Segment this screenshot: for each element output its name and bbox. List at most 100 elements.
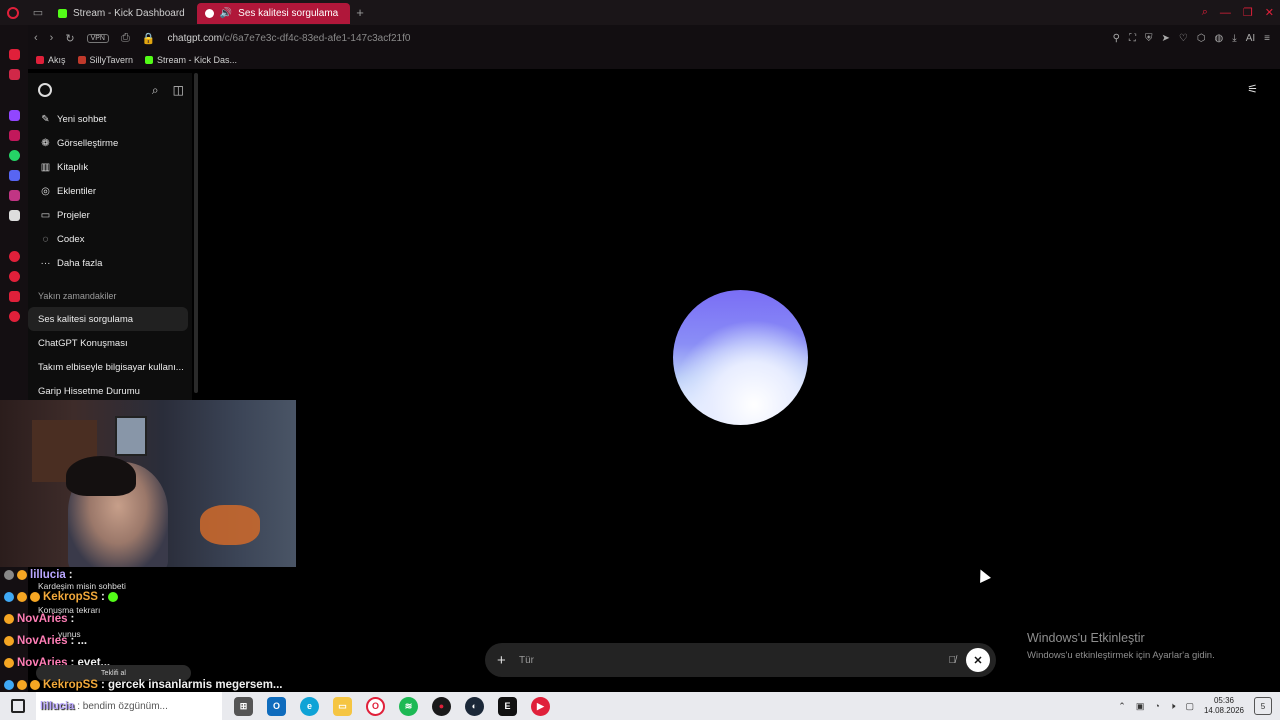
mic-off-icon[interactable]: 🎙̸	[949, 655, 957, 666]
opera-menu-icon[interactable]	[0, 0, 26, 25]
sidebar-scrollbar[interactable]	[194, 73, 198, 393]
pin-icon[interactable]: ⚲	[1113, 33, 1120, 44]
sidebar-top: ⌕ ◫	[28, 73, 192, 107]
nav-plugins[interactable]: ◎ Eklentiler	[28, 179, 192, 203]
account-icon[interactable]: ◍	[1215, 33, 1224, 44]
settings-icon[interactable]	[8, 311, 20, 322]
wall-frame	[115, 416, 147, 456]
notification-count: 5	[1260, 701, 1266, 711]
file-explorer-icon[interactable]: ▭	[333, 696, 352, 716]
spotify-icon[interactable]: ≋	[399, 696, 418, 716]
minimize-button[interactable]: —	[1220, 7, 1231, 19]
close-window-button[interactable]: ✕	[1265, 6, 1274, 19]
taskbar-apps: ⊞ O e ▭ O ≋ ● ◐ E ▶	[234, 696, 550, 716]
discord-icon[interactable]	[8, 170, 20, 181]
badge-icon	[17, 680, 27, 690]
nav-images[interactable]: ❁ Görselleştirme	[28, 131, 192, 155]
recent-chat-item[interactable]: ChatGPT Konuşması	[28, 331, 188, 355]
twitch-alt-icon[interactable]	[8, 69, 20, 80]
tab-kick-dashboard[interactable]: Stream - Kick Dashboard	[50, 3, 197, 24]
send-icon[interactable]: ➤	[1161, 33, 1169, 44]
notification-center-icon[interactable]: 5	[1254, 697, 1272, 715]
media-player-icon[interactable]: ▶	[531, 696, 550, 716]
tab-ses-kalitesi[interactable]: 🔊 Ses kalitesi sorgulama	[196, 3, 351, 24]
windows-taskbar: lillucia : bendim özgünüm... ⊞ O e ▭ O ≋…	[0, 692, 1280, 720]
bookmark-sillytavern[interactable]: SillyTavern	[77, 55, 133, 65]
taskbar-search[interactable]: lillucia : bendim özgünüm...	[36, 692, 222, 720]
library-icon: ▥	[40, 161, 51, 173]
game-app-icon[interactable]: ●	[432, 696, 451, 716]
recent-chat-item[interactable]: Ses kalitesi sorgulama	[28, 307, 188, 331]
opera-gx-icon[interactable]: O	[366, 696, 385, 716]
cube-icon[interactable]: ⬡	[1197, 33, 1206, 44]
recent-chat-item[interactable]: Takım elbiseyle bilgisayar kullanı...	[28, 355, 188, 379]
x-icon[interactable]	[8, 210, 20, 221]
nav-more[interactable]: ··· Daha fazla	[28, 251, 192, 275]
network-icon[interactable]: ▣	[1136, 701, 1145, 712]
extensions-icon[interactable]	[8, 291, 20, 302]
nav-new-chat[interactable]: ✎ Yeni sohbet	[28, 107, 192, 131]
nav-library[interactable]: ▥ Kitaplık	[28, 155, 192, 179]
end-voice-button[interactable]: ✕	[966, 648, 990, 672]
wifi-icon[interactable]: ◔	[1154, 701, 1159, 711]
percent-icon[interactable]	[8, 130, 20, 141]
edge-icon[interactable]: e	[300, 696, 319, 716]
pinboard-icon[interactable]	[8, 49, 20, 60]
new-tab-button[interactable]: +	[356, 5, 364, 20]
shield-icon[interactable]: ⛨	[1145, 33, 1153, 44]
display-icon[interactable]: ▢	[1185, 701, 1194, 712]
browser-tab-bar: ▭ Stream - Kick Dashboard 🔊 Ses kalitesi…	[0, 0, 1280, 25]
volume-icon[interactable]: 🕨	[1170, 701, 1176, 712]
back-icon[interactable]: ‹	[34, 32, 38, 44]
player-icon[interactable]	[8, 251, 20, 262]
composer-bar: + 🎙̸ ✕	[485, 643, 996, 677]
instagram-icon[interactable]	[8, 190, 20, 201]
outlook-icon[interactable]: O	[267, 696, 286, 716]
streamer-hair	[66, 456, 136, 496]
sidebar-toggle-icon[interactable]: ◫	[173, 83, 184, 98]
url-field[interactable]: chatgpt.com/c/6a7e7e3c-df4c-83ed-afe1-14…	[167, 33, 410, 44]
nav-codex[interactable]: ◌ Codex	[28, 227, 192, 251]
edit-icon: ✎	[41, 113, 50, 125]
chevron-up-icon[interactable]: ⌃	[1118, 701, 1126, 712]
windows-activation-watermark: Windows'u Etkinleştir Windows'u etkinleş…	[1027, 631, 1215, 661]
attach-plus-button[interactable]: +	[497, 652, 513, 669]
clock-date: 14.08.2026	[1203, 706, 1244, 715]
download-icon[interactable]: ⤓	[1232, 33, 1236, 44]
tab-overview-icon[interactable]: ▭	[26, 0, 50, 25]
message-input[interactable]	[519, 654, 949, 666]
chair-pillow	[200, 505, 260, 545]
folder-icon: ▭	[40, 209, 51, 221]
search-icon[interactable]: ⌕	[152, 83, 159, 98]
menu-icon[interactable]: ≡	[1264, 33, 1270, 44]
nav-label: Görselleştirme	[57, 137, 119, 149]
search-tabs-icon[interactable]: ⌕	[1202, 6, 1208, 19]
maximize-button[interactable]: ❐	[1243, 6, 1253, 19]
badge-icon	[4, 570, 14, 580]
twitch-icon[interactable]	[8, 110, 20, 121]
bookmark-kick[interactable]: Stream - Kick Das...	[145, 55, 237, 65]
print-icon[interactable]: ⎙	[121, 32, 130, 45]
vpn-badge[interactable]: VPN	[86, 33, 109, 43]
webcam-overlay	[0, 400, 296, 567]
voice-settings-icon[interactable]: ⚟	[1247, 82, 1258, 96]
forward-icon[interactable]: ›	[50, 32, 54, 44]
task-view-icon[interactable]: ⊞	[234, 696, 253, 716]
snapshot-icon[interactable]: ⛶	[1129, 33, 1136, 44]
chat-message: NovAries :	[4, 613, 74, 625]
chat-message: KekropSS : gercek insanlarmis megersem..…	[4, 679, 283, 691]
whatsapp-icon[interactable]	[8, 150, 20, 161]
bookmark-akis[interactable]: Akış	[36, 55, 66, 65]
chat-username: lillucia	[40, 700, 75, 712]
chat-text: :	[70, 613, 75, 625]
ai-button[interactable]: AI	[1246, 33, 1255, 44]
steam-icon[interactable]: ◐	[465, 696, 484, 716]
nav-projects[interactable]: ▭ Projeler	[28, 203, 192, 227]
openai-logo-icon[interactable]	[38, 83, 52, 97]
start-button[interactable]	[0, 692, 36, 720]
clock[interactable]: 05:36 14.08.2026	[1204, 696, 1244, 716]
epic-games-icon[interactable]: E	[498, 696, 517, 716]
history-icon[interactable]	[8, 271, 20, 282]
heart-icon[interactable]: ♡	[1179, 33, 1188, 44]
reload-icon[interactable]: ↻	[65, 32, 74, 45]
